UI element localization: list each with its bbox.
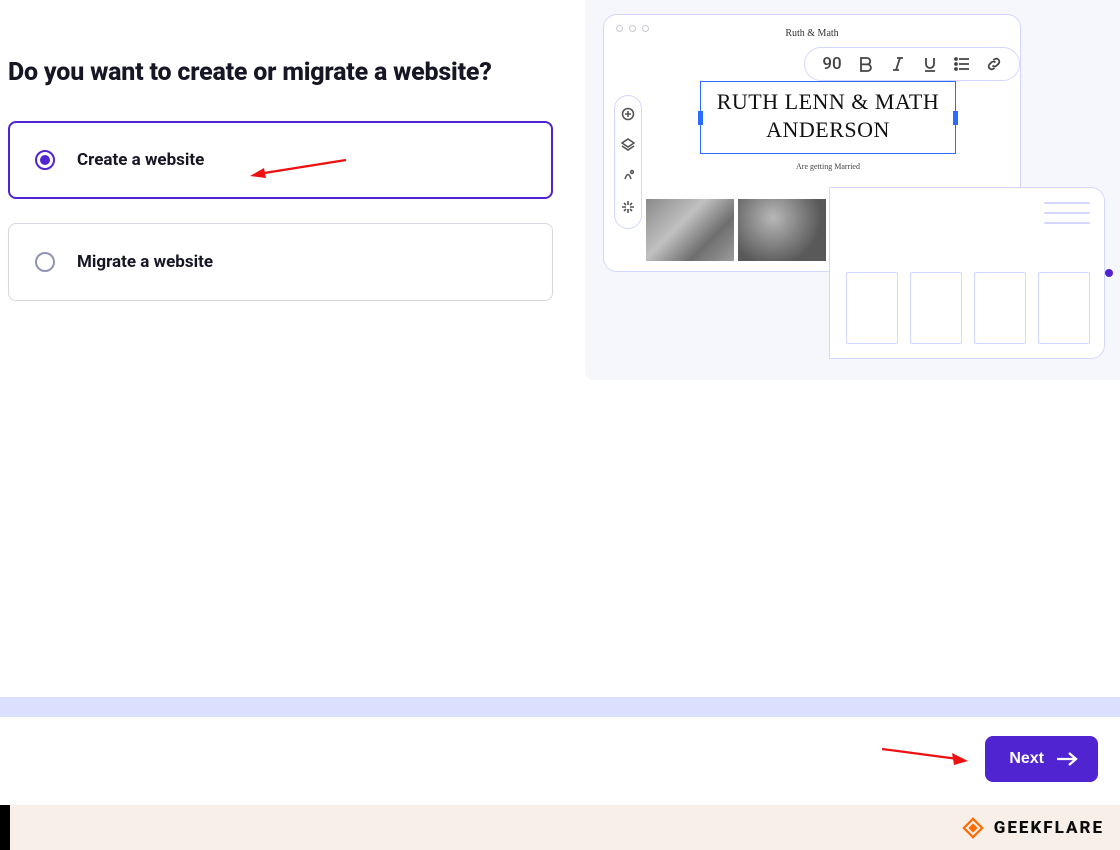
annotation-arrow-icon xyxy=(878,743,970,767)
resize-handle-icon xyxy=(1105,269,1113,277)
underline-icon[interactable] xyxy=(921,55,939,73)
option-create-website[interactable]: Create a website xyxy=(8,121,553,199)
page-thumb[interactable] xyxy=(974,272,1026,344)
option-migrate-website[interactable]: Migrate a website xyxy=(8,223,553,301)
page-thumb[interactable] xyxy=(910,272,962,344)
page-manager-card xyxy=(829,187,1105,359)
photo-thumb xyxy=(646,199,734,261)
next-button-label: Next xyxy=(1009,750,1044,768)
headline-line2: ANDERSON xyxy=(705,116,951,144)
selected-text-frame[interactable]: RUTH LENN & MATH ANDERSON xyxy=(700,81,956,154)
radio-unselected-icon xyxy=(35,252,55,272)
placeholder-lines-icon xyxy=(1044,202,1090,232)
headline-line1: RUTH LENN & MATH xyxy=(705,88,951,116)
option-label: Migrate a website xyxy=(77,252,213,272)
geekflare-logo-icon xyxy=(962,817,984,839)
photo-thumb xyxy=(738,199,826,261)
layers-icon[interactable] xyxy=(621,137,635,156)
editor-tool-strip xyxy=(614,95,642,229)
preview-subhead: Are getting Married xyxy=(646,162,1010,171)
list-icon[interactable] xyxy=(953,55,971,73)
progress-band xyxy=(0,697,1120,717)
sparkle-icon[interactable] xyxy=(621,199,635,218)
page-thumbnails xyxy=(846,272,1090,344)
watermark-brand: GEEKFLARE xyxy=(994,818,1104,838)
next-button[interactable]: Next xyxy=(985,736,1098,782)
bold-icon[interactable] xyxy=(857,55,875,73)
text-format-toolbar: 90 xyxy=(804,47,1020,81)
option-label: Create a website xyxy=(77,150,204,170)
question-panel: Do you want to create or migrate a websi… xyxy=(8,58,553,325)
radio-selected-icon xyxy=(35,150,55,170)
font-size-value[interactable]: 90 xyxy=(821,54,843,74)
page-heading: Do you want to create or migrate a websi… xyxy=(8,58,553,87)
preview-area: Ruth & Math 90 RUTH LENN & MATH ANDERSON… xyxy=(585,0,1120,380)
style-icon[interactable] xyxy=(621,168,635,187)
page-thumb[interactable] xyxy=(846,272,898,344)
site-title: Ruth & Math xyxy=(604,28,1020,39)
add-element-icon[interactable] xyxy=(621,106,635,125)
wizard-footer: Next xyxy=(0,717,1120,805)
arrow-right-icon xyxy=(1056,751,1078,767)
italic-icon[interactable] xyxy=(889,55,907,73)
watermark-bar: GEEKFLARE xyxy=(0,805,1120,850)
link-icon[interactable] xyxy=(985,55,1003,73)
page-thumb[interactable] xyxy=(1038,272,1090,344)
